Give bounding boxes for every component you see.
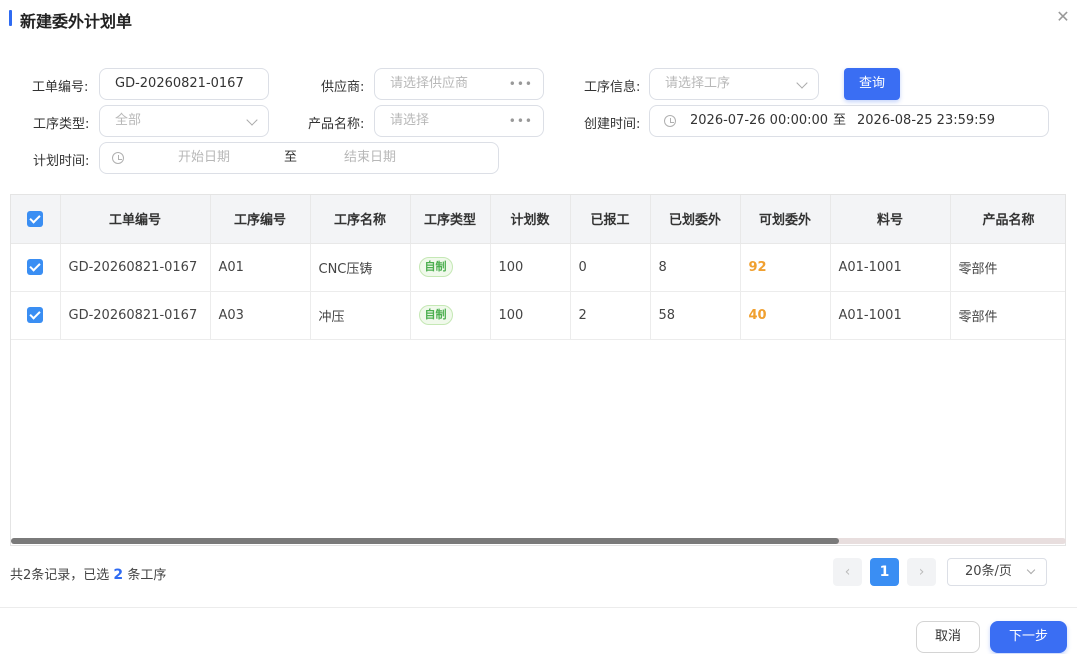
product-name-cell: 零部件 <box>950 243 1065 292</box>
row-checkbox[interactable] <box>27 259 44 275</box>
plan-end-placeholder: 结束日期 <box>344 150 397 165</box>
select-all-checkbox-cell[interactable] <box>11 195 61 244</box>
table-header-row: 工单编号 工序编号 工序名称 工序类型 计划数 已报工 已划委外 可划委外 料号… <box>11 195 1065 244</box>
created-end-value: 2026-08-25 23:59:59 <box>857 113 996 128</box>
product-name-select[interactable]: 请选择 ••• <box>374 105 544 137</box>
process-no-cell: A01 <box>210 243 311 292</box>
summary-suffix: 条工序 <box>127 568 167 583</box>
column-header: 计划数 <box>490 195 571 244</box>
supplier-select[interactable]: 请选择供应商 ••• <box>374 68 544 100</box>
created-start-value: 2026-07-26 00:00:00 <box>690 113 829 128</box>
work-order-label: 工单编号: <box>32 80 89 95</box>
plan-qty-cell: 100 <box>490 291 571 340</box>
select-all-checkbox[interactable] <box>27 210 44 227</box>
outsourced-cell: 58 <box>650 291 741 340</box>
product-name-placeholder: 请选择 <box>390 113 430 128</box>
process-name-cell: 冲压 <box>310 291 411 340</box>
product-name-cell: 零部件 <box>950 291 1065 340</box>
product-name-label: 产品名称: <box>308 117 365 132</box>
horizontal-scrollbar-thumb[interactable] <box>11 538 839 544</box>
process-name-cell: CNC压铸 <box>310 243 411 292</box>
table-row[interactable]: GD-20260821-0167 A03 冲压 自制 100 2 58 40 A… <box>11 291 1065 340</box>
column-header: 工单编号 <box>60 195 211 244</box>
part-no-cell: A01-1001 <box>830 291 951 340</box>
chevron-down-icon <box>246 114 258 126</box>
chevron-down-icon <box>1026 565 1036 575</box>
supplier-placeholder: 请选择供应商 <box>390 76 469 91</box>
plan-qty-cell: 100 <box>490 243 571 292</box>
more-dots-icon: ••• <box>508 77 533 91</box>
process-info-placeholder: 请选择工序 <box>665 76 731 91</box>
process-table: 工单编号 工序编号 工序名称 工序类型 计划数 已报工 已划委外 可划委外 料号… <box>10 194 1066 546</box>
chevron-left-icon: ‹ <box>844 564 851 580</box>
column-header: 工序类型 <box>410 195 491 244</box>
work-order-value: GD-20260821-0167 <box>115 76 244 91</box>
process-type-tag: 自制 <box>418 257 453 277</box>
available-cell: 40 <box>740 291 831 340</box>
plan-start-placeholder: 开始日期 <box>178 150 231 165</box>
plan-time-range[interactable]: 开始日期 至 结束日期 <box>99 142 499 174</box>
clock-icon <box>664 115 676 127</box>
range-separator: 至 <box>833 113 847 128</box>
column-header: 工序编号 <box>210 195 311 244</box>
part-no-cell: A01-1001 <box>830 243 951 292</box>
work-order-cell: GD-20260821-0167 <box>60 243 211 292</box>
close-icon[interactable]: ✕ <box>1054 8 1072 26</box>
process-type-select[interactable]: 全部 <box>99 105 269 137</box>
process-type-tag: 自制 <box>418 305 453 325</box>
column-header: 已报工 <box>570 195 651 244</box>
selected-count: 2 <box>113 567 124 583</box>
dialog-title: 新建委外计划单 <box>20 12 133 31</box>
page-size-value: 20条/页 <box>965 564 1012 579</box>
process-type-cell: 自制 <box>410 291 491 340</box>
column-header: 可划委外 <box>740 195 831 244</box>
chevron-down-icon <box>796 77 808 89</box>
prev-page-button[interactable]: ‹ <box>833 558 862 586</box>
range-separator: 至 <box>284 150 298 165</box>
reported-cell: 2 <box>570 291 651 340</box>
available-cell: 92 <box>740 243 831 292</box>
process-type-placeholder: 全部 <box>115 113 142 128</box>
footer-divider <box>0 607 1077 608</box>
work-order-cell: GD-20260821-0167 <box>60 291 211 340</box>
work-order-input[interactable]: GD-20260821-0167 <box>99 68 269 100</box>
row-checkbox[interactable] <box>27 307 44 323</box>
outsourced-cell: 8 <box>650 243 741 292</box>
selection-summary: 共2条记录，已选 2 条工序 <box>10 564 166 583</box>
created-time-label: 创建时间: <box>584 117 641 132</box>
created-time-range[interactable]: 2026-07-26 00:00:00 至 2026-08-25 23:59:5… <box>649 105 1049 137</box>
more-dots-icon: ••• <box>508 114 533 128</box>
column-header: 工序名称 <box>310 195 411 244</box>
process-type-cell: 自制 <box>410 243 491 292</box>
next-step-button[interactable]: 下一步 <box>990 621 1067 653</box>
column-header: 产品名称 <box>950 195 1065 244</box>
process-type-label: 工序类型: <box>33 117 90 132</box>
table-row[interactable]: GD-20260821-0167 A01 CNC压铸 自制 100 0 8 92… <box>11 243 1065 292</box>
column-header: 料号 <box>830 195 951 244</box>
process-info-label: 工序信息: <box>584 80 641 95</box>
chevron-right-icon: › <box>918 564 925 580</box>
plan-time-label: 计划时间: <box>33 154 90 169</box>
process-info-select[interactable]: 请选择工序 <box>649 68 819 100</box>
page-size-select[interactable]: 20条/页 <box>947 558 1047 586</box>
dialog-header: 新建委外计划单 ✕ <box>0 0 1077 40</box>
row-checkbox-cell[interactable] <box>11 243 61 292</box>
row-checkbox-cell[interactable] <box>11 291 61 340</box>
next-page-button[interactable]: › <box>907 558 936 586</box>
cancel-button[interactable]: 取消 <box>916 621 980 653</box>
query-button[interactable]: 查询 <box>844 68 900 100</box>
process-no-cell: A03 <box>210 291 311 340</box>
summary-prefix: 共2条记录，已选 <box>10 568 110 583</box>
supplier-label: 供应商: <box>321 80 365 95</box>
page-number-button[interactable]: 1 <box>870 558 899 586</box>
title-accent-bar <box>9 10 12 26</box>
clock-icon <box>112 152 124 164</box>
reported-cell: 0 <box>570 243 651 292</box>
column-header: 已划委外 <box>650 195 741 244</box>
